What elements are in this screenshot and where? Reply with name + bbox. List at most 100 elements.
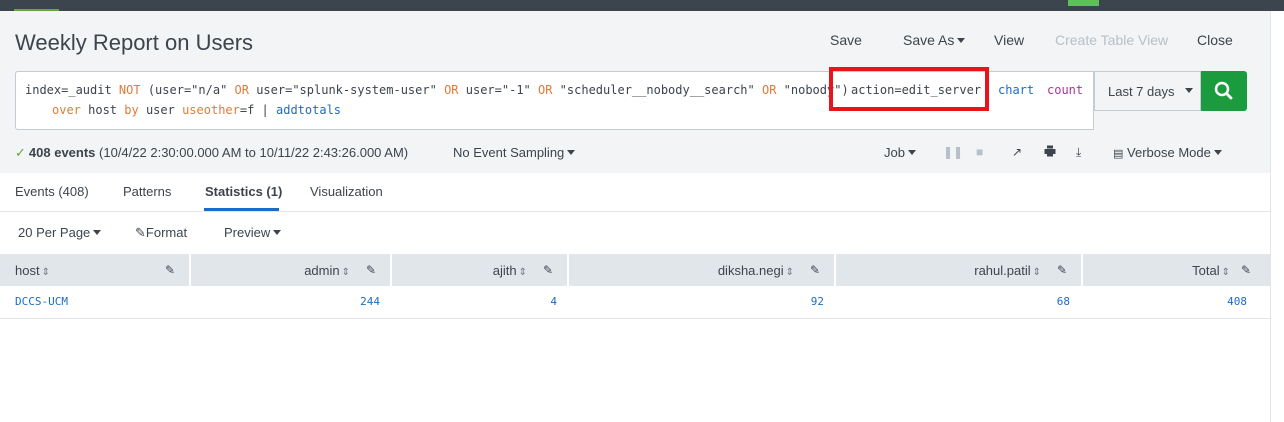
query-keyword: by	[124, 103, 139, 117]
print-icon[interactable]	[1044, 145, 1056, 160]
query-text: user	[138, 103, 183, 117]
pencil-icon[interactable]: ✎	[810, 263, 820, 277]
query-text: host	[80, 103, 125, 117]
sort-icon[interactable]: ⇕	[1222, 267, 1230, 278]
pause-icon[interactable]: ❚❚	[943, 145, 963, 159]
job-status: ✓ 408 events (10/4/22 2:30:00.000 AM to 1…	[15, 145, 408, 161]
save-as-button[interactable]: Save As	[903, 32, 966, 48]
tab-events[interactable]: Events (408)	[15, 184, 89, 199]
pencil-icon[interactable]: ✎	[165, 263, 175, 277]
table-cell[interactable]: 244	[360, 295, 380, 308]
search-mode-dropdown[interactable]: ▤ Verbose Mode	[1113, 145, 1222, 160]
close-button[interactable]: Close	[1197, 32, 1233, 48]
query-text: =f |	[239, 103, 276, 117]
sort-icon[interactable]: ⇕	[1033, 267, 1041, 278]
tab-patterns[interactable]: Patterns	[123, 184, 171, 199]
create-table-view-button[interactable]: Create Table View	[1055, 32, 1168, 48]
query-keyword: OR	[444, 83, 459, 97]
query-text: (user="n/a"	[140, 83, 235, 97]
download-icon[interactable]: ⤓	[1076, 145, 1081, 160]
preview-label: Preview	[224, 225, 271, 240]
column-header-host[interactable]: host ⇕ ✎	[0, 254, 189, 286]
search-query-line-2: over host by user useother=f | addtotals	[52, 103, 341, 117]
column-label: admin	[304, 263, 340, 278]
chevron-down-icon	[1185, 88, 1193, 93]
tab-visualization[interactable]: Visualization	[310, 184, 383, 199]
per-page-dropdown[interactable]: 20 Per Page	[18, 225, 102, 240]
scrollbar[interactable]	[1270, 11, 1284, 422]
column-header-diksha-negi[interactable]: diksha.negi ⇕ ✎	[569, 254, 834, 286]
preview-dropdown[interactable]: Preview	[224, 225, 282, 240]
search-query-line-1: index=_audit NOT (user="n/a" OR user="sp…	[25, 83, 1083, 97]
chevron-down-icon	[273, 230, 282, 236]
chevron-down-icon	[567, 150, 576, 156]
sort-icon[interactable]: ⇕	[786, 267, 794, 278]
highlight-annotation-box	[829, 67, 989, 111]
query-function: count	[1047, 83, 1084, 97]
query-command: addtotals	[276, 103, 342, 117]
pencil-icon[interactable]: ✎	[543, 263, 553, 277]
search-icon	[1214, 81, 1233, 100]
column-header-total[interactable]: Total ⇕ ✎	[1083, 254, 1270, 286]
chevron-down-icon	[957, 37, 966, 43]
chevron-down-icon	[907, 150, 916, 156]
page-title: Weekly Report on Users	[15, 30, 254, 55]
search-mode-label: Verbose Mode	[1127, 145, 1211, 160]
stop-icon[interactable]: ■	[976, 145, 983, 159]
event-sampling-label: No Event Sampling	[453, 145, 565, 160]
query-keyword: useother	[182, 103, 240, 117]
save-as-label: Save As	[903, 32, 955, 48]
tab-statistics[interactable]: Statistics (1)	[205, 184, 282, 199]
column-header-admin[interactable]: admin ⇕ ✎	[191, 254, 390, 286]
query-command: chart	[998, 83, 1035, 97]
search-button[interactable]	[1201, 71, 1247, 111]
event-count: 408 events	[28, 145, 96, 160]
format-label: Format	[145, 225, 188, 240]
list-icon: ▤	[1113, 148, 1124, 160]
query-keyword: OR	[538, 83, 553, 97]
query-text: "scheduler__nobody__search"	[552, 83, 762, 97]
job-menu[interactable]: Job	[884, 145, 916, 160]
view-button[interactable]: View	[994, 32, 1024, 48]
time-range-label: Last 7 days	[1108, 84, 1175, 99]
sort-icon[interactable]: ⇕	[519, 267, 527, 278]
table-cell[interactable]: 92	[811, 295, 824, 308]
per-page-label: 20 Per Page	[18, 225, 91, 240]
table-cell[interactable]: 408	[1227, 295, 1247, 308]
pencil-icon[interactable]: ✎	[1241, 263, 1251, 277]
column-label: ajith	[492, 263, 517, 278]
query-keyword: OR	[234, 83, 249, 97]
pencil-icon[interactable]: ✎	[1057, 263, 1067, 277]
column-header-rahul-patil[interactable]: rahul.patil ⇕ ✎	[836, 254, 1081, 286]
query-keyword: OR	[761, 83, 777, 97]
query-keyword: over	[52, 103, 81, 117]
chevron-down-icon	[1213, 150, 1222, 156]
column-label: diksha.negi	[717, 263, 784, 278]
save-button[interactable]: Save	[830, 32, 862, 48]
pencil-icon[interactable]: ✎	[366, 263, 376, 277]
pencil-icon: ✎	[135, 225, 146, 240]
table-cell[interactable]: 4	[550, 295, 557, 308]
column-label: Total	[1192, 263, 1220, 278]
time-range-picker[interactable]: Last 7 days	[1094, 71, 1201, 111]
event-sampling-dropdown[interactable]: No Event Sampling	[453, 145, 576, 160]
column-label: rahul.patil	[974, 263, 1031, 278]
query-keyword: NOT	[118, 83, 141, 97]
sort-icon[interactable]: ⇕	[42, 267, 50, 278]
chevron-down-icon	[93, 230, 102, 236]
table-cell[interactable]: DCCS-UCM	[15, 295, 68, 308]
row-divider	[0, 318, 1270, 319]
results-tabs	[0, 173, 1270, 212]
table-header: host ⇕ ✎ admin ⇕ ✎ ajith ⇕ ✎ diksha.negi ⇕ ✎…	[0, 254, 1270, 286]
sort-icon[interactable]: ⇕	[342, 267, 350, 278]
app-bar	[0, 0, 1284, 11]
checkmark-icon: ✓	[15, 145, 26, 160]
format-button[interactable]: ✎Format	[135, 225, 187, 241]
query-text: user="splunk-system-user"	[248, 83, 445, 97]
app-bar-indicator	[1068, 0, 1099, 6]
table-cell[interactable]: 68	[1057, 295, 1070, 308]
share-icon[interactable]: ↗	[1012, 145, 1022, 159]
column-header-ajith[interactable]: ajith ⇕ ✎	[392, 254, 567, 286]
query-text: user="-1"	[458, 83, 538, 97]
time-range-text: (10/4/22 2:30:00.000 AM to 10/11/22 2:43…	[99, 145, 409, 160]
